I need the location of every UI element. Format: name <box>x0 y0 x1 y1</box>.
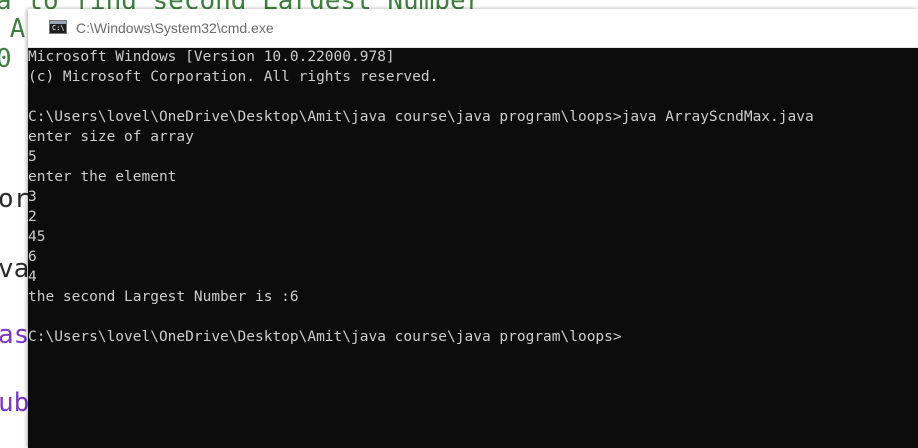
console-line: C:\Users\lovel\OneDrive\Desktop\Amit\jav… <box>28 109 814 125</box>
console-line: 2 <box>28 209 37 225</box>
console-line: 4 <box>28 269 37 285</box>
editor-fragment-4: or <box>0 184 30 214</box>
editor-fragment-7: ub <box>0 388 30 418</box>
title-bar[interactable]: C:\ C:\Windows\System32\cmd.exe <box>28 9 918 48</box>
console-line: (c) Microsoft Corporation. All rights re… <box>28 69 439 85</box>
console-line: enter the element <box>28 169 177 185</box>
editor-fragment-5: va <box>0 254 30 284</box>
editor-fragment-2: A <box>9 14 26 44</box>
editor-fragment-3: 0 <box>0 44 12 74</box>
console-prompt-line[interactable]: C:\Users\lovel\OneDrive\Desktop\Amit\jav… <box>28 327 622 347</box>
console-line: enter size of array <box>28 129 194 145</box>
cmd-icon-glyph: C:\ <box>52 24 65 32</box>
console-line: 6 <box>28 249 37 265</box>
console-line: Microsoft Windows [Version 10.0.22000.97… <box>28 49 395 65</box>
editor-fragment-6: as <box>0 320 30 350</box>
console-output[interactable]: Microsoft Windows [Version 10.0.22000.97… <box>28 47 918 448</box>
console-line: 45 <box>28 229 46 245</box>
console-line: 5 <box>28 149 37 165</box>
cmd-icon: C:\ <box>49 20 67 34</box>
console-line: the second Largest Number is :6 <box>28 289 299 305</box>
window-title: C:\Windows\System32\cmd.exe <box>76 20 274 36</box>
console-line: 3 <box>28 189 37 205</box>
cmd-window[interactable]: C:\ C:\Windows\System32\cmd.exe Microsof… <box>28 9 918 448</box>
